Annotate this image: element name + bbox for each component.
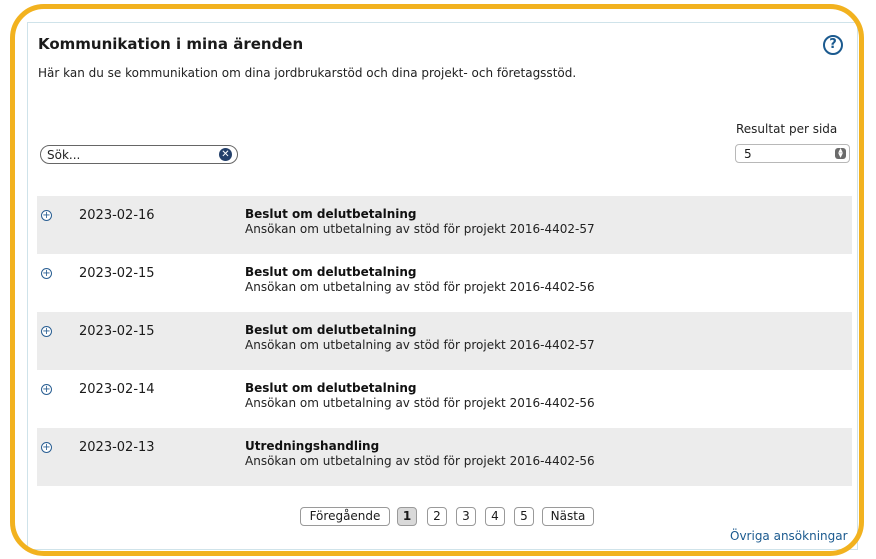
list-item[interactable]: + 2023-02-13 Utredningshandling Ansökan … xyxy=(37,428,852,486)
expand-icon[interactable]: + xyxy=(41,442,52,453)
expand-icon[interactable]: + xyxy=(41,384,52,395)
item-description: Ansökan om utbetalning av stöd för proje… xyxy=(245,280,595,294)
page-1-button[interactable]: 1 xyxy=(397,507,417,526)
expand-icon[interactable]: + xyxy=(41,210,52,221)
other-applications-link[interactable]: Övriga ansökningar xyxy=(730,529,848,543)
previous-page-button[interactable]: Föregående xyxy=(300,507,390,526)
communication-list: + 2023-02-16 Beslut om delutbetalning An… xyxy=(37,196,852,486)
item-title: Beslut om delutbetalning xyxy=(245,381,417,395)
item-date: 2023-02-14 xyxy=(79,382,155,397)
item-date: 2023-02-16 xyxy=(79,208,155,223)
expand-icon[interactable]: + xyxy=(41,268,52,279)
page-description: Här kan du se kommunikation om dina jord… xyxy=(38,66,577,80)
search-field[interactable]: ✕ xyxy=(40,145,238,164)
item-description: Ansökan om utbetalning av stöd för proje… xyxy=(245,222,595,236)
item-description: Ansökan om utbetalning av stöd för proje… xyxy=(245,396,595,410)
page-5-button[interactable]: 5 xyxy=(514,507,534,526)
list-item[interactable]: + 2023-02-14 Beslut om delutbetalning An… xyxy=(37,370,852,428)
item-date: 2023-02-15 xyxy=(79,266,155,281)
list-item[interactable]: + 2023-02-16 Beslut om delutbetalning An… xyxy=(37,196,852,254)
item-date: 2023-02-13 xyxy=(79,440,155,455)
next-page-button[interactable]: Nästa xyxy=(542,507,594,526)
select-arrows-icon: ▲ ▼ xyxy=(835,148,846,159)
help-icon[interactable]: ? xyxy=(823,35,843,55)
item-description: Ansökan om utbetalning av stöd för proje… xyxy=(245,338,595,352)
results-per-page-select[interactable]: 5 ▲ ▼ xyxy=(735,144,850,163)
list-item[interactable]: + 2023-02-15 Beslut om delutbetalning An… xyxy=(37,312,852,370)
results-per-page-value: 5 xyxy=(744,147,752,161)
item-title: Utredningshandling xyxy=(245,439,380,453)
results-per-page-label: Resultat per sida xyxy=(736,122,838,136)
search-input[interactable] xyxy=(47,146,215,163)
clear-search-icon[interactable]: ✕ xyxy=(219,148,232,161)
item-title: Beslut om delutbetalning xyxy=(245,323,417,337)
page-title: Kommunikation i mina ärenden xyxy=(38,35,304,53)
page-2-button[interactable]: 2 xyxy=(427,507,447,526)
item-date: 2023-02-15 xyxy=(79,324,155,339)
page-4-button[interactable]: 4 xyxy=(485,507,505,526)
list-item[interactable]: + 2023-02-15 Beslut om delutbetalning An… xyxy=(37,254,852,312)
item-title: Beslut om delutbetalning xyxy=(245,207,417,221)
expand-icon[interactable]: + xyxy=(41,326,52,337)
item-description: Ansökan om utbetalning av stöd för proje… xyxy=(245,454,595,468)
page-3-button[interactable]: 3 xyxy=(456,507,476,526)
item-title: Beslut om delutbetalning xyxy=(245,265,417,279)
